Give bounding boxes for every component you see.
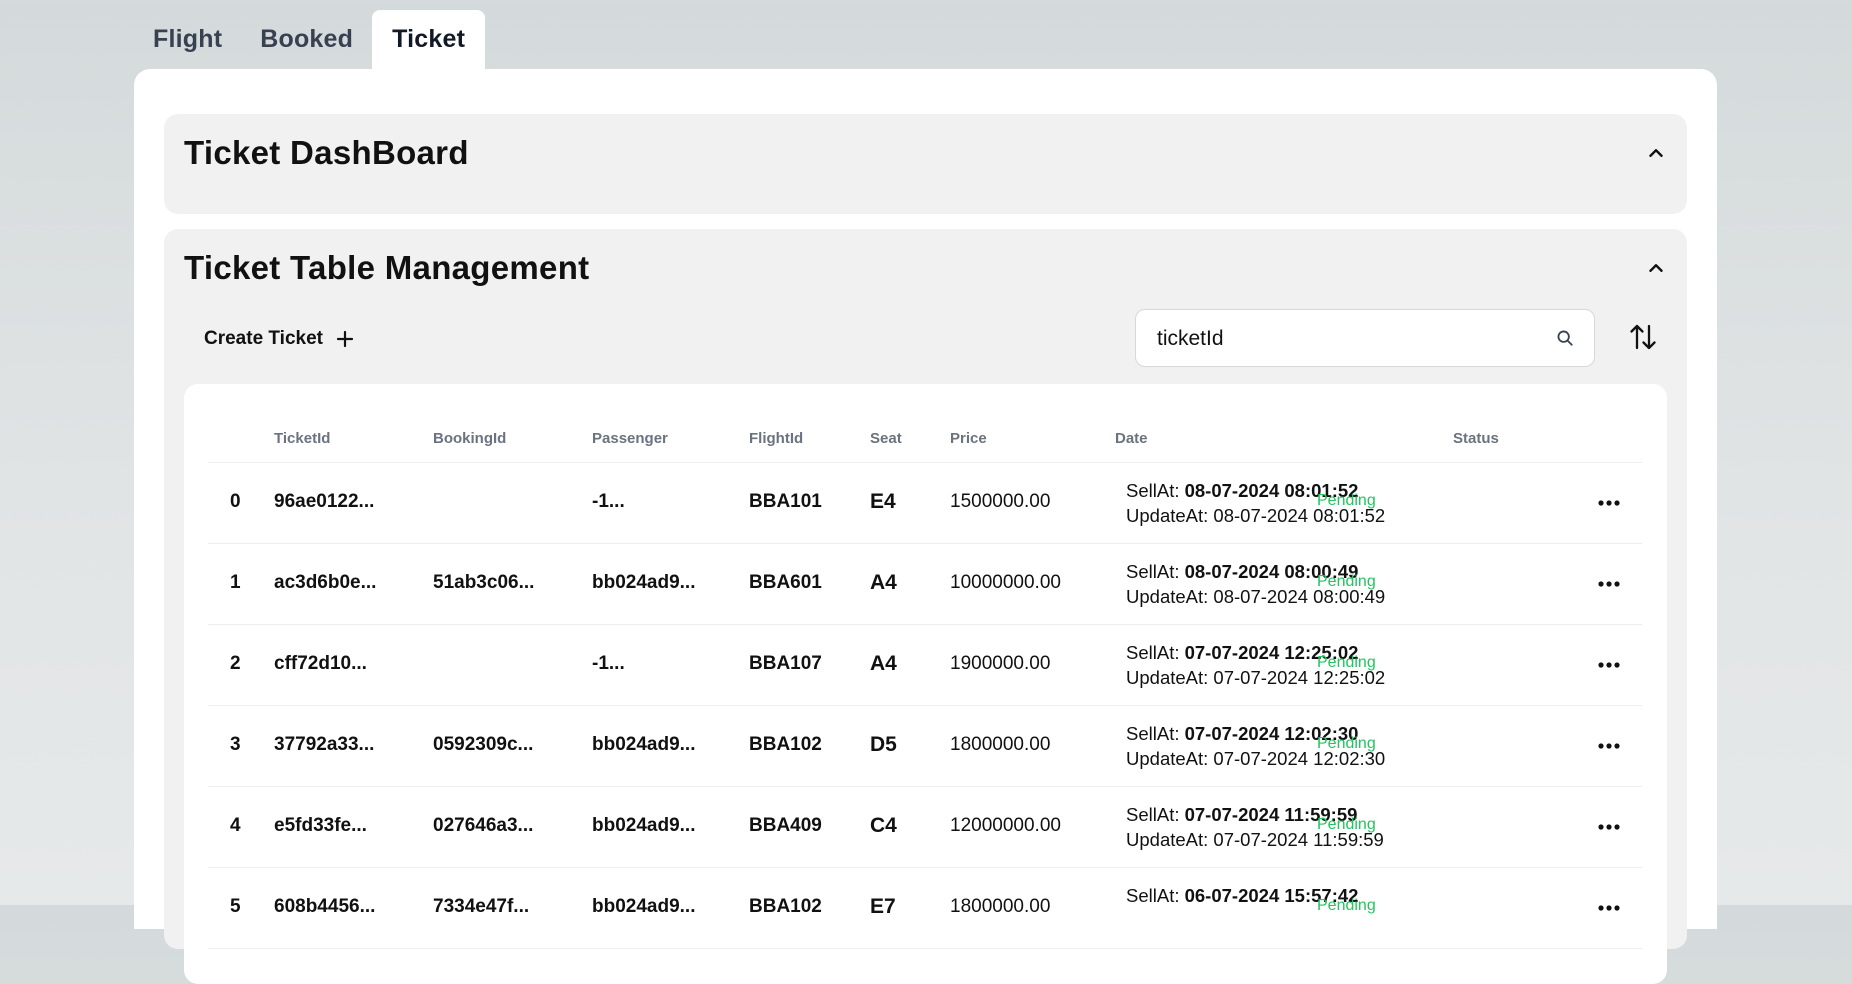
create-ticket-label: Create Ticket [204,328,323,349]
search-input[interactable] [1155,310,1539,368]
dashboard-section: Ticket DashBoard [164,114,1687,214]
flight-id-cell: BBA101 [749,491,822,512]
column-header-seat[interactable]: Seat [870,430,902,447]
row-index: 4 [230,815,241,836]
table-row[interactable]: 2 cff72d10... -1... BBA107 A4 1900000.00… [208,625,1642,706]
plus-icon [336,330,354,348]
passenger-cell: -1... [592,491,625,512]
management-title: Ticket Table Management [184,249,590,286]
status-badge: Pending [1317,735,1376,752]
ticket-id-cell: ac3d6b0e... [274,572,377,593]
row-index: 1 [230,572,241,593]
sell-label: SellAt: [1126,723,1185,744]
flight-id-cell: BBA601 [749,572,822,593]
more-options-icon[interactable] [1598,823,1620,831]
content-panel: Ticket DashBoard Ticket Table Management… [134,69,1717,984]
status-badge: Pending [1317,573,1376,590]
price-cell: 1800000.00 [950,734,1051,755]
dashboard-title: Ticket DashBoard [184,134,469,171]
column-header-passenger[interactable]: Passenger [592,430,668,447]
sell-label: SellAt: [1126,642,1185,663]
table-row[interactable]: 4 e5fd33fe... 027646a3... bb024ad9... BB… [208,787,1642,868]
chevron-up-icon[interactable] [1645,257,1667,279]
table-header: TicketId BookingId Passenger FlightId Se… [208,414,1642,463]
search-box [1135,309,1595,368]
tab-booked[interactable]: Booked [241,10,372,69]
seat-cell: E4 [870,490,896,513]
ticket-id-cell: 608b4456... [274,896,376,917]
booking-id-cell: 0592309c... [433,734,534,755]
table-row[interactable]: 1 ac3d6b0e... 51ab3c06... bb024ad9... BB… [208,544,1642,625]
ticket-id-cell: e5fd33fe... [274,815,367,836]
price-cell: 1900000.00 [950,653,1051,674]
sell-label: SellAt: [1126,885,1185,906]
booking-id-cell: 027646a3... [433,815,534,836]
flight-id-cell: BBA107 [749,653,822,674]
tab-bar: Flight Booked Ticket [134,10,486,69]
more-options-icon[interactable] [1598,742,1620,750]
status-badge: Pending [1317,492,1376,509]
price-cell: 12000000.00 [950,815,1061,836]
row-index: 3 [230,734,241,755]
ticket-id-cell: cff72d10... [274,653,367,674]
table-row[interactable]: 3 37792a33... 0592309c... bb024ad9... BB… [208,706,1642,787]
price-cell: 1500000.00 [950,491,1051,512]
booking-id-cell: 7334e47f... [433,896,530,917]
tab-ticket[interactable]: Ticket [372,10,486,69]
management-section: Ticket Table Management Create Ticket Ti… [164,229,1687,984]
table-row[interactable]: 5 608b4456... 7334e47f... bb024ad9... BB… [208,868,1642,949]
status-badge: Pending [1317,897,1376,914]
seat-cell: D5 [870,733,897,756]
search-icon[interactable] [1556,329,1574,347]
row-index: 0 [230,491,241,512]
flight-id-cell: BBA102 [749,896,822,917]
ticket-id-cell: 37792a33... [274,734,375,755]
sort-icon[interactable] [1629,322,1657,352]
passenger-cell: bb024ad9... [592,734,696,755]
more-options-icon[interactable] [1598,661,1620,669]
ticket-id-cell: 96ae0122... [274,491,375,512]
column-header-flightid[interactable]: FlightId [749,430,803,447]
passenger-cell: bb024ad9... [592,572,696,593]
tab-flight[interactable]: Flight [134,10,241,69]
sell-label: SellAt: [1126,561,1185,582]
sell-label: SellAt: [1126,480,1185,501]
passenger-cell: -1... [592,653,625,674]
seat-cell: A4 [870,571,897,594]
column-header-price[interactable]: Price [950,430,987,447]
seat-cell: A4 [870,652,897,675]
passenger-cell: bb024ad9... [592,896,696,917]
price-cell: 10000000.00 [950,572,1061,593]
column-header-date[interactable]: Date [1115,430,1148,447]
create-ticket-button[interactable]: Create Ticket [204,319,355,359]
flight-id-cell: BBA409 [749,815,822,836]
more-options-icon[interactable] [1598,904,1620,912]
column-header-bookingid[interactable]: BookingId [433,430,506,447]
column-header-status[interactable]: Status [1453,430,1499,447]
chevron-up-icon[interactable] [1645,142,1667,164]
ticket-table: TicketId BookingId Passenger FlightId Se… [184,384,1667,984]
more-options-icon[interactable] [1598,580,1620,588]
passenger-cell: bb024ad9... [592,815,696,836]
seat-cell: E7 [870,895,896,918]
sell-label: SellAt: [1126,804,1185,825]
booking-id-cell: 51ab3c06... [433,572,535,593]
more-options-icon[interactable] [1598,499,1620,507]
row-index: 2 [230,653,241,674]
price-cell: 1800000.00 [950,896,1051,917]
seat-cell: C4 [870,814,897,837]
status-badge: Pending [1317,816,1376,833]
flight-id-cell: BBA102 [749,734,822,755]
column-header-ticketid[interactable]: TicketId [274,430,330,447]
status-badge: Pending [1317,654,1376,671]
table-row[interactable]: 0 96ae0122... -1... BBA101 E4 1500000.00… [208,463,1642,544]
row-index: 5 [230,896,241,917]
